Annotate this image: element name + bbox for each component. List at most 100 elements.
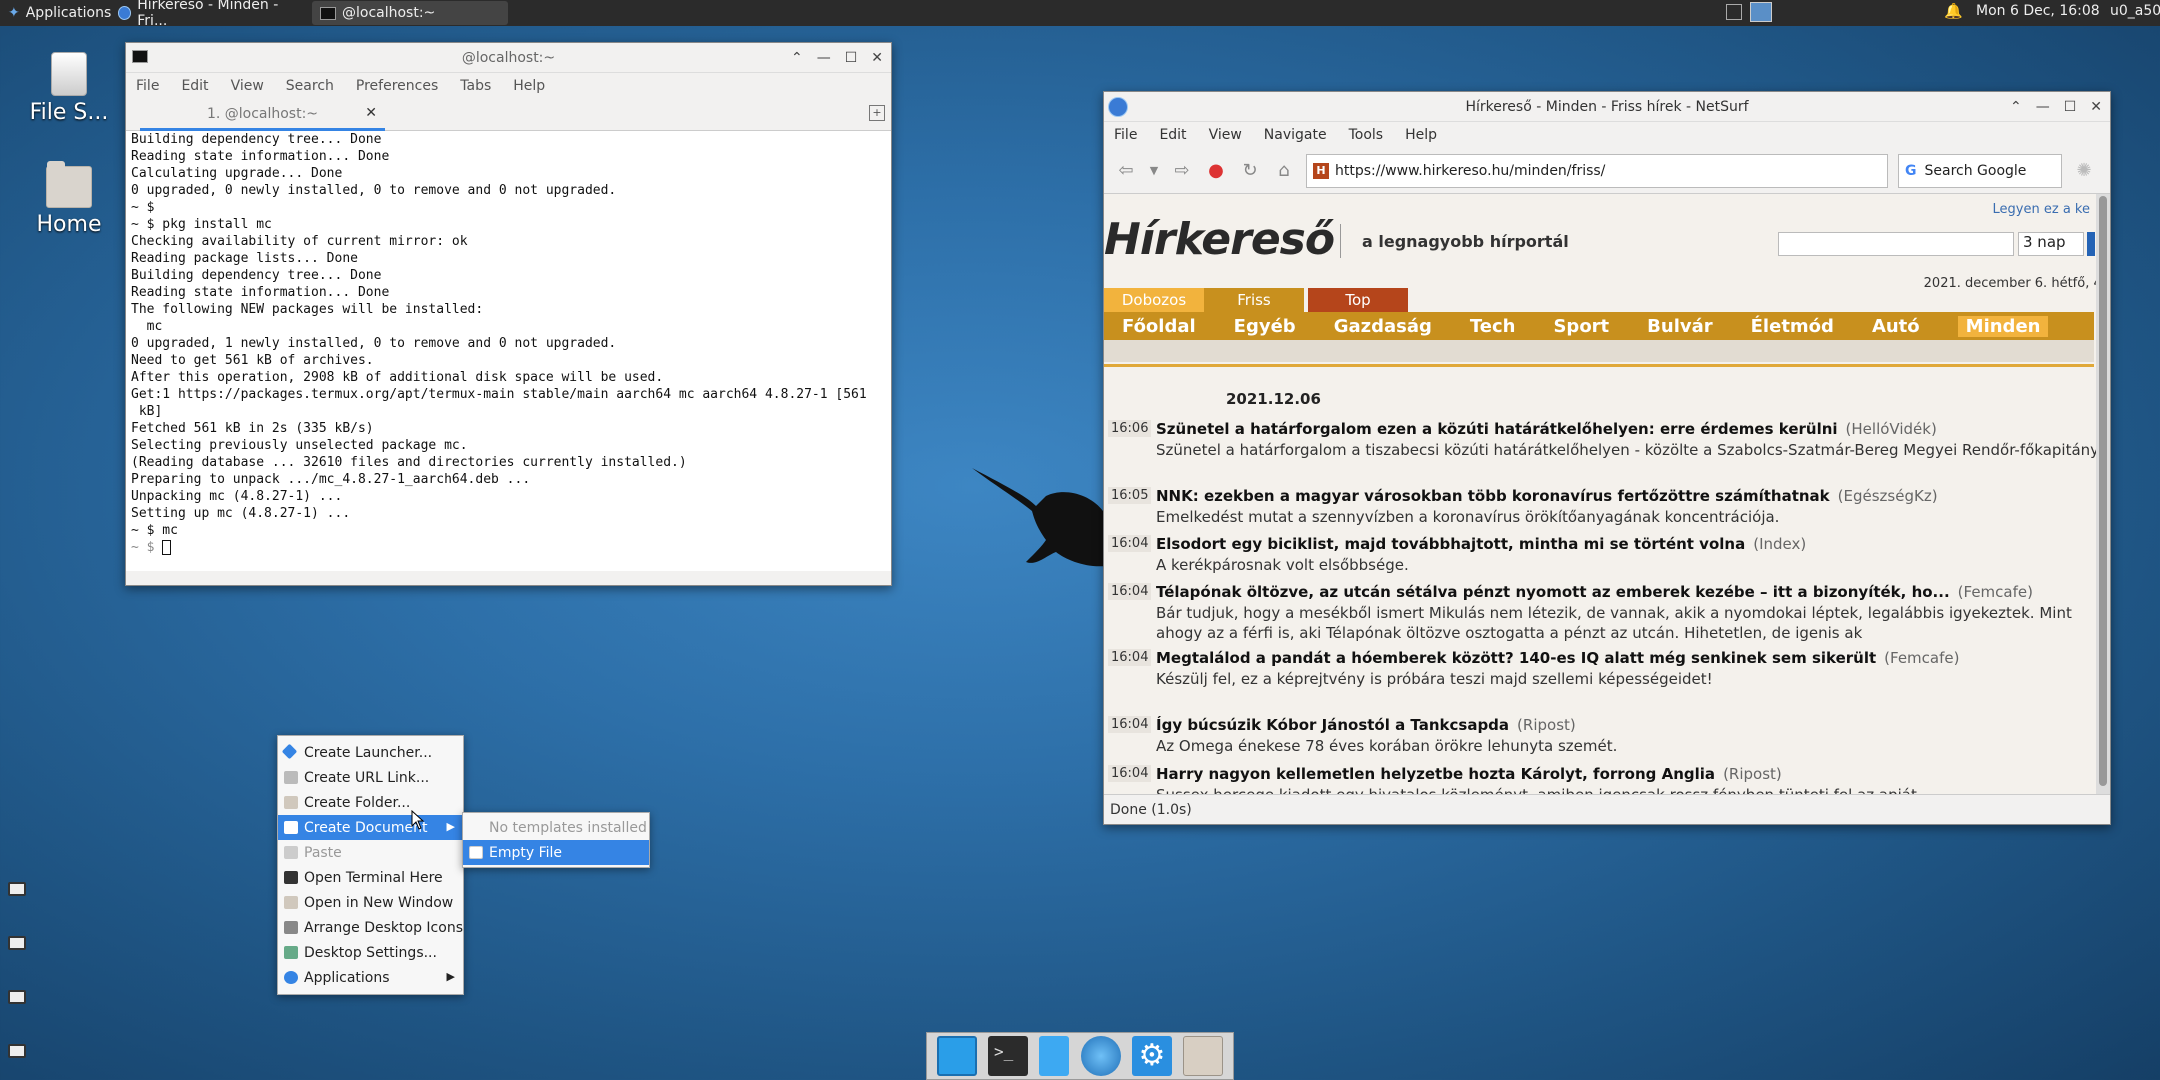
close-icon[interactable]: ✕: [871, 50, 883, 66]
site-search-input[interactable]: [1778, 232, 2014, 256]
tab-top[interactable]: Top: [1308, 288, 1408, 312]
menu-help[interactable]: Help: [1405, 127, 1437, 143]
history-dropdown-icon[interactable]: ▼: [1148, 159, 1160, 183]
menu-view[interactable]: View: [231, 78, 264, 94]
menu-create-launcher[interactable]: Create Launcher...: [278, 740, 463, 765]
news-source[interactable]: (Ripost): [1517, 716, 1576, 734]
cat-auto[interactable]: Autó: [1872, 316, 1920, 337]
top-promo-link[interactable]: Legyen ez a ke: [1993, 202, 2090, 217]
launcher-icon[interactable]: [8, 936, 26, 950]
workspace-1[interactable]: [1726, 4, 1742, 20]
menu-search[interactable]: Search: [286, 78, 334, 94]
menu-navigate[interactable]: Navigate: [1264, 127, 1327, 143]
workspace-2[interactable]: [1750, 2, 1772, 22]
menu-arrange-icons[interactable]: Arrange Desktop Icons: [278, 915, 463, 940]
cat-fooldal[interactable]: Főoldal: [1122, 316, 1196, 337]
user-name[interactable]: u0_a506: [2110, 3, 2160, 19]
notification-bell-icon[interactable]: 🔔: [1944, 2, 1963, 20]
news-title[interactable]: Télapónak öltözve, az utcán sétálva pénz…: [1156, 583, 1950, 601]
shade-icon[interactable]: ⌃: [2010, 99, 2022, 115]
news-title[interactable]: Szünetel a határforgalom ezen a közúti h…: [1156, 420, 1838, 438]
tab-friss[interactable]: Friss: [1204, 288, 1304, 312]
reload-icon[interactable]: ↻: [1238, 159, 1262, 183]
desktop-icon-filesystem[interactable]: File S...: [14, 52, 124, 125]
menu-paste[interactable]: Paste: [278, 840, 463, 865]
search-google-field[interactable]: G Search Google: [1898, 153, 2062, 188]
terminal-output[interactable]: Building dependency tree... Done Reading…: [126, 131, 891, 571]
vertical-scrollbar[interactable]: [2096, 194, 2110, 794]
menu-empty-file[interactable]: Empty File: [463, 840, 649, 865]
cat-eletmod[interactable]: Életmód: [1751, 316, 1834, 337]
launcher-icon[interactable]: [8, 990, 26, 1004]
site-search-button[interactable]: [2087, 232, 2095, 256]
close-icon[interactable]: ✕: [2090, 99, 2102, 115]
menu-create-folder[interactable]: Create Folder...: [278, 790, 463, 815]
scrollbar-thumb[interactable]: [2099, 196, 2107, 786]
web-page[interactable]: Legyen ez a ke Hírkereső a legnagyobb hí…: [1104, 194, 2110, 794]
launcher-icon[interactable]: [8, 1044, 26, 1058]
site-logo[interactable]: Hírkereső: [1104, 214, 1335, 265]
home-icon[interactable]: ⌂: [1272, 159, 1296, 183]
news-title[interactable]: NNK: ezekben a magyar városokban több ko…: [1156, 487, 1830, 505]
netsurf-titlebar[interactable]: Hírkereső - Minden - Friss hírek - NetSu…: [1104, 92, 2110, 122]
news-source[interactable]: (Femcafe): [1884, 649, 1959, 667]
tab-localhost[interactable]: 1. @localhost:~ ✕: [140, 99, 385, 131]
terminal-icon[interactable]: >_: [987, 1036, 1028, 1076]
close-tab-icon[interactable]: ✕: [365, 105, 377, 121]
web-browser-icon[interactable]: [1080, 1036, 1121, 1076]
desktop-icon-home[interactable]: Home: [14, 161, 124, 237]
menu-desktop-settings[interactable]: Desktop Settings...: [278, 940, 463, 965]
cat-bulvar[interactable]: Bulvár: [1647, 316, 1712, 337]
taskbar-terminal[interactable]: @localhost:~: [312, 1, 508, 25]
menu-edit[interactable]: Edit: [181, 78, 208, 94]
news-source[interactable]: (EgészségKz): [1838, 487, 1938, 505]
cat-minden[interactable]: Minden: [1957, 315, 2049, 337]
menu-preferences[interactable]: Preferences: [356, 78, 438, 94]
minimize-icon[interactable]: —: [2036, 99, 2050, 115]
news-source[interactable]: (HellóVidék): [1846, 420, 1937, 438]
news-title[interactable]: Elsodort egy biciklist, majd továbbhajto…: [1156, 535, 1745, 553]
cat-gazdasag[interactable]: Gazdaság: [1334, 316, 1432, 337]
news-title[interactable]: Harry nagyon kellemetlen helyzetbe hozta…: [1156, 765, 1715, 783]
news-source[interactable]: (Femcafe): [1958, 583, 2033, 601]
url-bar[interactable]: H https://www.hirkereso.hu/minden/friss/: [1306, 153, 1888, 188]
news-title[interactable]: Megtalálod a pandát a hóemberek között? …: [1156, 649, 1876, 667]
menu-tabs[interactable]: Tabs: [460, 78, 491, 94]
menu-applications[interactable]: Applications ▶: [278, 965, 463, 990]
minimize-icon[interactable]: —: [817, 50, 831, 66]
menu-edit[interactable]: Edit: [1159, 127, 1186, 143]
menu-file[interactable]: File: [136, 78, 159, 94]
news-source[interactable]: (Ripost): [1723, 765, 1782, 783]
menu-create-document[interactable]: Create Document ▶: [278, 815, 463, 840]
show-desktop-icon[interactable]: [936, 1036, 977, 1076]
folder-icon[interactable]: [1183, 1036, 1224, 1076]
file-manager-icon[interactable]: [1039, 1036, 1070, 1076]
menu-tools[interactable]: Tools: [1349, 127, 1384, 143]
stop-icon[interactable]: ●: [1204, 159, 1228, 183]
shade-icon[interactable]: ⌃: [791, 50, 803, 66]
launcher-icon[interactable]: [8, 882, 26, 896]
clock[interactable]: Mon 6 Dec, 16:08: [1976, 3, 2100, 19]
maximize-icon[interactable]: ☐: [2064, 99, 2077, 115]
tab-dobozos[interactable]: Dobozos: [1104, 288, 1204, 312]
news-source[interactable]: (Index): [1753, 535, 1806, 553]
applications-menu-button[interactable]: ✦ Applications: [0, 1, 119, 25]
days-select[interactable]: 3 nap: [2018, 232, 2084, 256]
menu-open-new-window[interactable]: Open in New Window: [278, 890, 463, 915]
menu-open-terminal[interactable]: Open Terminal Here: [278, 865, 463, 890]
cat-tech[interactable]: Tech: [1470, 316, 1516, 337]
menu-help[interactable]: Help: [513, 78, 545, 94]
settings-icon[interactable]: ⚙: [1131, 1036, 1172, 1076]
cat-sport[interactable]: Sport: [1553, 316, 1609, 337]
taskbar-netsurf[interactable]: Hírkereső - Minden - Fri...: [110, 0, 310, 29]
back-icon[interactable]: ⇦: [1114, 159, 1138, 183]
menu-view[interactable]: View: [1209, 127, 1242, 143]
new-tab-icon[interactable]: +: [869, 105, 885, 121]
cat-egyeb[interactable]: Egyéb: [1234, 316, 1296, 337]
menu-file[interactable]: File: [1114, 127, 1137, 143]
news-title[interactable]: Így búcsúzik Kóbor Jánostól a Tankcsapda: [1156, 716, 1509, 734]
menu-create-url-link[interactable]: Create URL Link...: [278, 765, 463, 790]
terminal-titlebar[interactable]: @localhost:~ ⌃ — ☐ ✕: [126, 43, 891, 73]
forward-icon[interactable]: ⇨: [1170, 159, 1194, 183]
maximize-icon[interactable]: ☐: [845, 50, 858, 66]
